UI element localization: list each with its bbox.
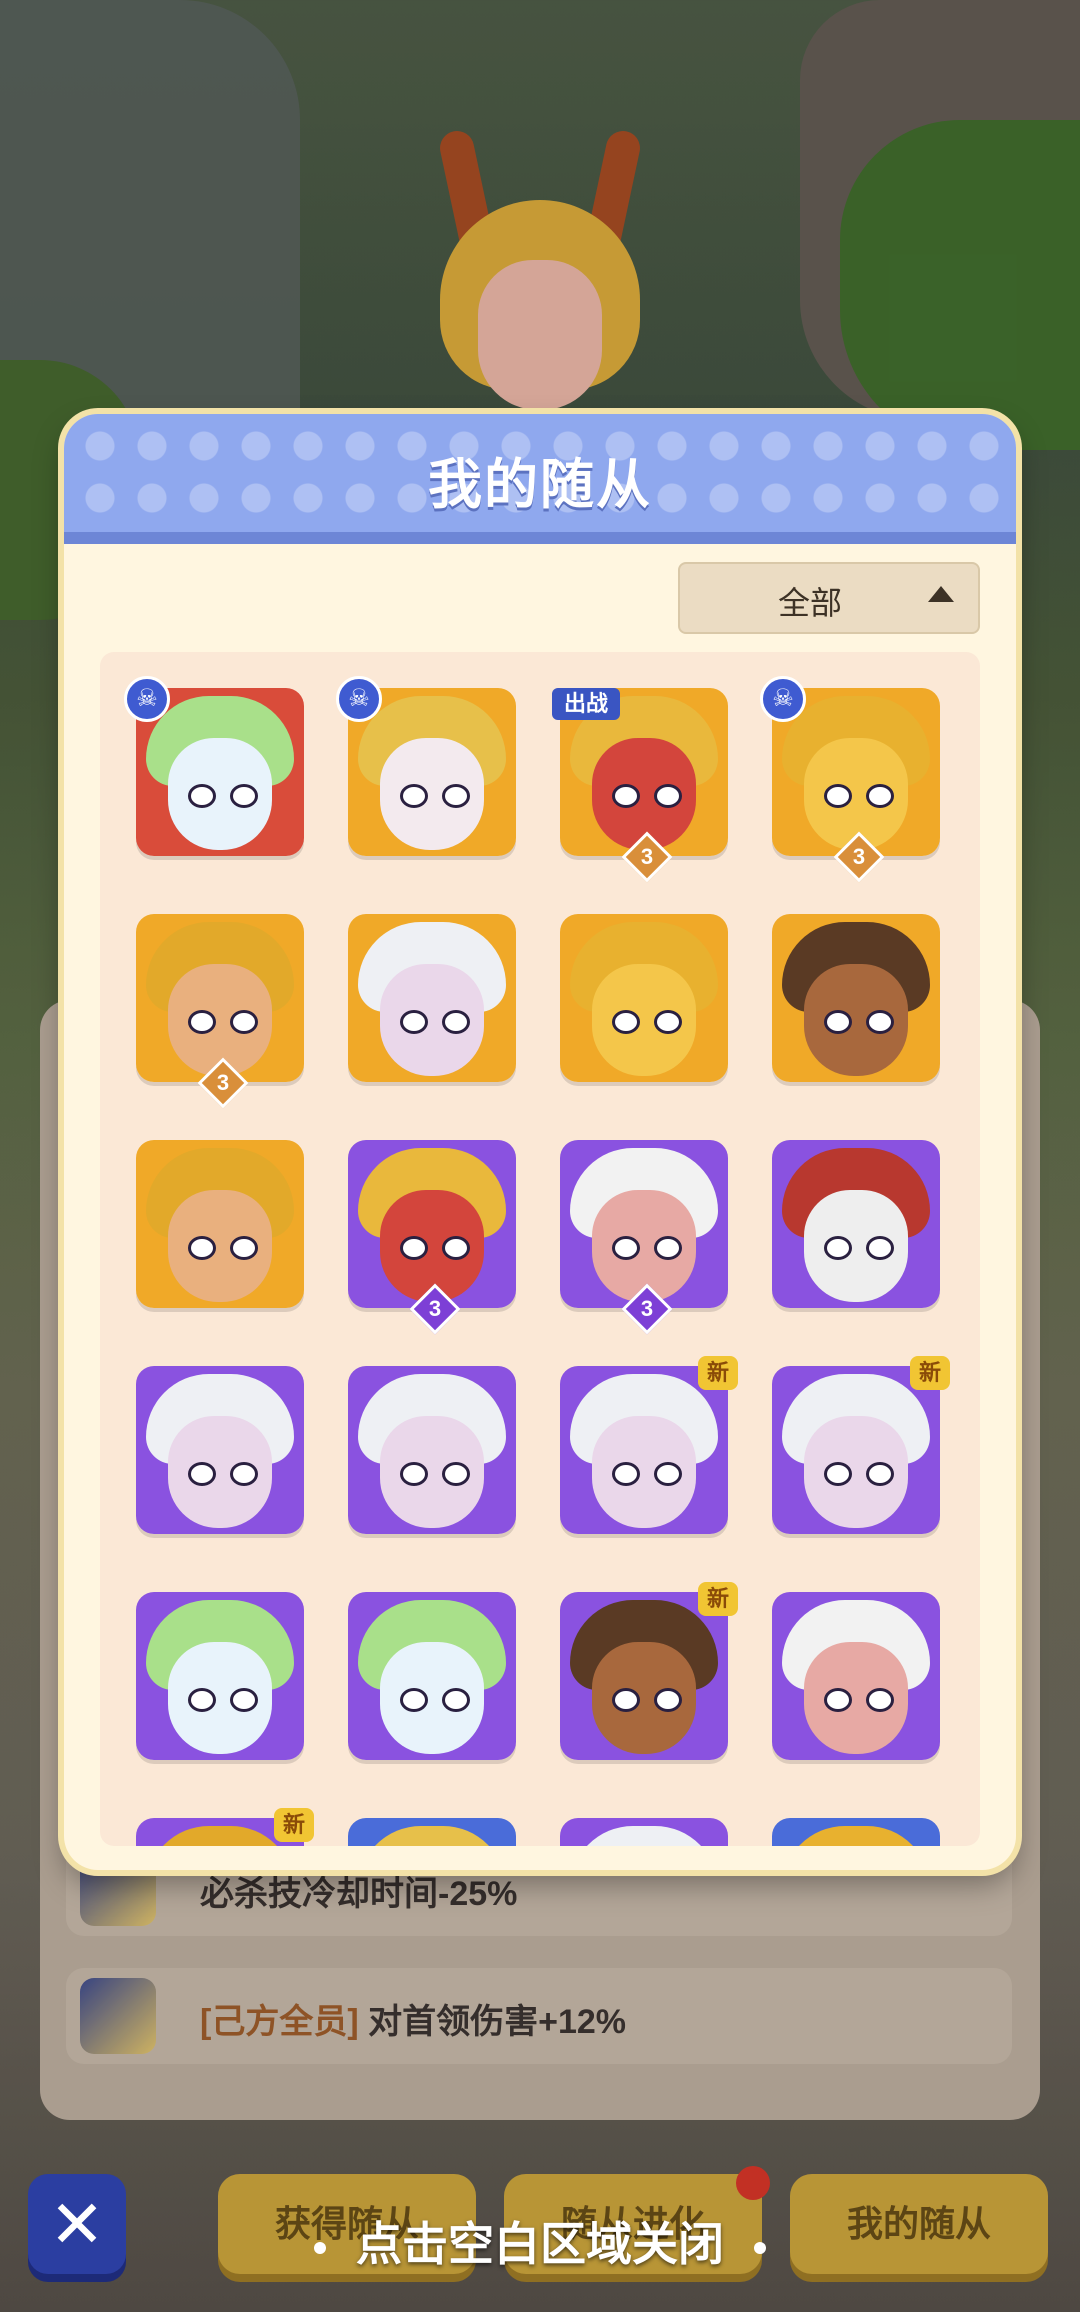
portrait-eye [824,1236,852,1260]
triangle-up-icon [928,586,954,602]
portrait-eye [866,784,894,808]
follower-card-golden-hero[interactable] [136,1140,304,1308]
level-number: 3 [428,1296,442,1321]
follower-card-duck[interactable] [560,914,728,1082]
portrait-eye [654,1236,682,1260]
portrait-eye [188,1236,216,1260]
portrait-eye [866,1010,894,1034]
portrait-eye [230,784,258,808]
portrait-eye [866,1462,894,1486]
follower-card-silver-vampire[interactable] [560,1366,728,1534]
follower-card-soldier[interactable] [772,1140,940,1308]
skull-icon: ☠ [760,676,806,722]
follower-card-golden-hero[interactable] [136,914,304,1082]
follower-card-silver-vampire[interactable] [136,1366,304,1534]
follower-grid: ☠ ☠ 3 出战 3 ☠ 3 3 3 新新新新 [100,652,980,1846]
deployed-badge: 出战 [552,688,620,720]
portrait-eye [612,1688,640,1712]
portrait-eye [866,1236,894,1260]
portrait-eye [230,1462,258,1486]
portrait-eye [400,1236,428,1260]
follower-card-unicorn[interactable] [348,1592,516,1760]
portrait-hair [358,1826,506,1846]
level-number: 3 [216,1070,230,1095]
portrait-eye [654,784,682,808]
level-number: 3 [852,844,866,869]
follower-card-duck[interactable] [772,1818,940,1846]
portrait-eye [612,1010,640,1034]
portrait-eye [442,1236,470,1260]
portrait-eye [400,1010,428,1034]
level-number: 3 [640,844,654,869]
follower-card-harley[interactable] [348,1818,516,1846]
modal-title: 我的随从 [428,455,652,515]
portrait-eye [400,1688,428,1712]
portrait-eye [230,1688,258,1712]
follower-card-silver-vampire[interactable] [772,1366,940,1534]
modal-header: 我的随从 [64,414,1016,544]
portrait-eye [824,1688,852,1712]
portrait-hair [782,1826,930,1846]
portrait-eye [188,1688,216,1712]
portrait-eye [866,1688,894,1712]
portrait-eye [400,1462,428,1486]
portrait-eye [824,1462,852,1486]
portrait-eye [654,1688,682,1712]
portrait-eye [612,784,640,808]
portrait-eye [824,1010,852,1034]
portrait-eye [654,1462,682,1486]
filter-dropdown[interactable]: 全部 [678,562,980,634]
portrait-eye [442,784,470,808]
follower-card-braided-warrior[interactable] [772,914,940,1082]
my-followers-modal: 我的随从 全部 ☠ ☠ 3 出战 3 ☠ 3 3 3 新新新新 [64,414,1016,1870]
portrait-eye [188,1462,216,1486]
follower-card-snail[interactable] [560,1140,728,1308]
portrait-eye [442,1010,470,1034]
follower-card-unicorn[interactable] [136,1592,304,1760]
close-hint: 点击空白区域关闭 [0,2208,1080,2274]
follower-card-silver-vampire[interactable] [348,914,516,1082]
follower-card-silver-vampire[interactable] [348,1366,516,1534]
follower-card-braided-warrior[interactable] [560,1592,728,1760]
filter-label: 全部 [777,585,842,621]
portrait-eye [612,1462,640,1486]
portrait-eye [442,1688,470,1712]
portrait-hair [570,1826,718,1846]
portrait-eye [188,784,216,808]
portrait-hair [146,1826,294,1846]
portrait-eye [442,1462,470,1486]
new-badge: 新 [274,1808,314,1842]
portrait-eye [400,784,428,808]
portrait-eye [824,784,852,808]
follower-card-demon-girl[interactable] [348,1140,516,1308]
notification-dot [736,2166,770,2200]
portrait-eye [188,1010,216,1034]
portrait-eye [230,1010,258,1034]
portrait-eye [612,1236,640,1260]
follower-card-silver-vampire[interactable] [560,1818,728,1846]
skull-icon: ☠ [124,676,170,722]
portrait-eye [230,1236,258,1260]
portrait-eye [654,1010,682,1034]
new-badge: 新 [910,1356,950,1390]
follower-card-snail[interactable] [772,1592,940,1760]
new-badge: 新 [698,1582,738,1616]
new-badge: 新 [698,1356,738,1390]
skull-icon: ☠ [336,676,382,722]
level-number: 3 [640,1296,654,1321]
